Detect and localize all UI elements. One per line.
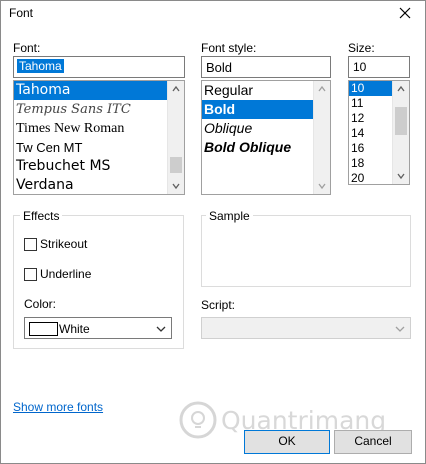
close-button[interactable] (395, 3, 415, 23)
show-more-fonts-link[interactable]: Show more fonts (13, 400, 103, 414)
font-style-input[interactable]: Bold (201, 56, 331, 78)
font-list-item[interactable]: Verdana (14, 176, 184, 194)
close-icon (399, 7, 411, 19)
font-size-input[interactable]: 10 (348, 56, 410, 78)
font-style-label: Font style: (201, 41, 257, 55)
strikeout-label: Strikeout (40, 237, 88, 251)
script-label: Script: (201, 298, 236, 312)
script-select[interactable] (201, 317, 411, 339)
font-list-item[interactable]: Trebuchet MS (14, 157, 184, 176)
font-list-scrollbar[interactable] (167, 81, 184, 194)
font-style-item[interactable]: Regular (202, 81, 330, 100)
font-size-scroll-thumb[interactable] (395, 107, 407, 135)
underline-label: Underline (40, 267, 92, 281)
font-style-scrollbar[interactable] (313, 81, 330, 194)
scroll-down-icon[interactable] (314, 178, 330, 194)
font-list[interactable]: Tahoma Tempus Sans ITC Times New Roman T… (13, 80, 185, 195)
color-value: White (59, 322, 90, 336)
font-list-item[interactable]: Tahoma (14, 81, 184, 100)
font-name-input[interactable]: Tahoma (13, 56, 185, 78)
color-swatch (29, 322, 58, 336)
font-style-item[interactable]: Bold Oblique (202, 138, 330, 157)
dialog-title: Font (9, 6, 34, 20)
sample-title: Sample (206, 209, 253, 223)
font-style-item[interactable]: Bold (202, 100, 330, 119)
font-list-scroll-thumb[interactable] (170, 157, 182, 173)
scroll-up-icon[interactable] (314, 81, 330, 97)
font-dialog: Font Font: Tahoma Tahoma Tempus Sans ITC… (0, 0, 426, 464)
scroll-up-icon[interactable] (393, 81, 409, 97)
ok-button[interactable]: OK (244, 430, 330, 454)
font-size-list[interactable]: 10 11 12 14 16 18 20 (348, 80, 410, 185)
strikeout-checkbox[interactable] (24, 238, 37, 251)
chevron-down-icon (153, 321, 169, 337)
scroll-down-icon[interactable] (393, 168, 409, 184)
scroll-down-icon[interactable] (168, 178, 184, 194)
font-size-scrollbar[interactable] (392, 81, 409, 184)
underline-checkbox[interactable] (24, 268, 37, 281)
font-list-item[interactable]: Times New Roman (14, 119, 184, 138)
sample-preview-text: AaBbYyZz (275, 249, 337, 262)
font-list-item[interactable]: Tempus Sans ITC (14, 100, 184, 119)
font-style-list[interactable]: Regular Bold Oblique Bold Oblique (201, 80, 331, 195)
font-label: Font: (13, 41, 41, 55)
color-select[interactable]: White (24, 317, 172, 339)
font-style-item[interactable]: Oblique (202, 119, 330, 138)
chevron-down-icon (392, 321, 408, 337)
size-label: Size: (348, 41, 375, 55)
font-name-value: Tahoma (17, 59, 64, 73)
cancel-button[interactable]: Cancel (334, 430, 412, 454)
effects-title: Effects (20, 209, 63, 223)
color-label: Color: (24, 297, 57, 311)
scroll-up-icon[interactable] (168, 81, 184, 97)
font-list-item[interactable]: Tw Cen MT (14, 138, 184, 157)
